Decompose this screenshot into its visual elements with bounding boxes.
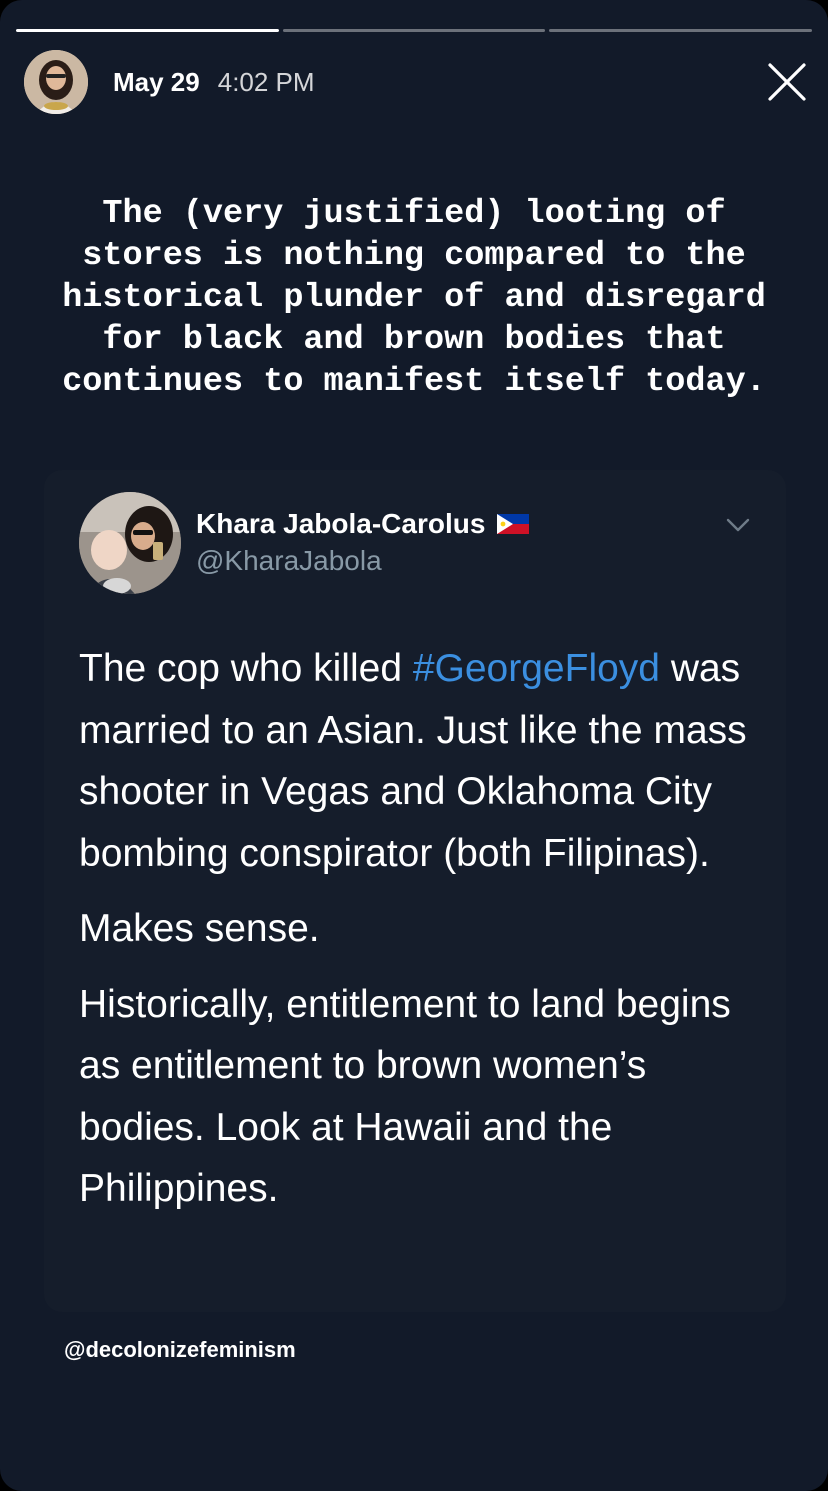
progress-segment [282,29,546,32]
tweet-author-avatar[interactable] [79,492,181,594]
story-date: May 29 [113,66,200,97]
hashtag-link[interactable]: #GeorgeFloyd [413,647,660,690]
embedded-tweet[interactable]: Khara Jabola-Carolus @KharaJabola The co… [44,470,786,1312]
tweet-text-segment: The cop who killed [79,647,413,690]
progress-fill [16,29,279,32]
tweet-author-name[interactable]: Khara Jabola-Carolus [196,508,485,540]
story-progress-bar [16,29,813,33]
tweet-paragraph: Makes sense. [79,907,320,950]
user-avatar[interactable] [24,50,88,114]
philippines-flag-icon [497,514,530,534]
tweet-avatar-image [79,492,181,594]
story-caption-text: The (very justified) looting of stores i… [62,195,766,401]
chevron-down-icon[interactable] [724,515,752,535]
story-header: May 29 4:02 PM [24,50,315,114]
tweet-paragraph: Historically, entitlement to land begins… [79,982,731,1211]
avatar-image [24,50,88,114]
tweet-author-handle[interactable]: @KharaJabola [196,545,382,577]
account-watermark: @decolonizefeminism [64,1337,296,1362]
progress-segment [549,29,813,32]
tweet-author-row: Khara Jabola-Carolus [196,508,530,540]
tweet-paragraph: The cop who killed #GeorgeFloyd was marr… [79,638,769,884]
tweet-text: The cop who killed #GeorgeFloyd was marr… [79,638,769,1234]
close-icon[interactable] [766,61,808,103]
progress-segment [16,29,279,32]
story-viewer: May 29 4:02 PM The (very justified) loot… [0,0,828,1491]
story-time: 4:02 PM [217,66,315,97]
